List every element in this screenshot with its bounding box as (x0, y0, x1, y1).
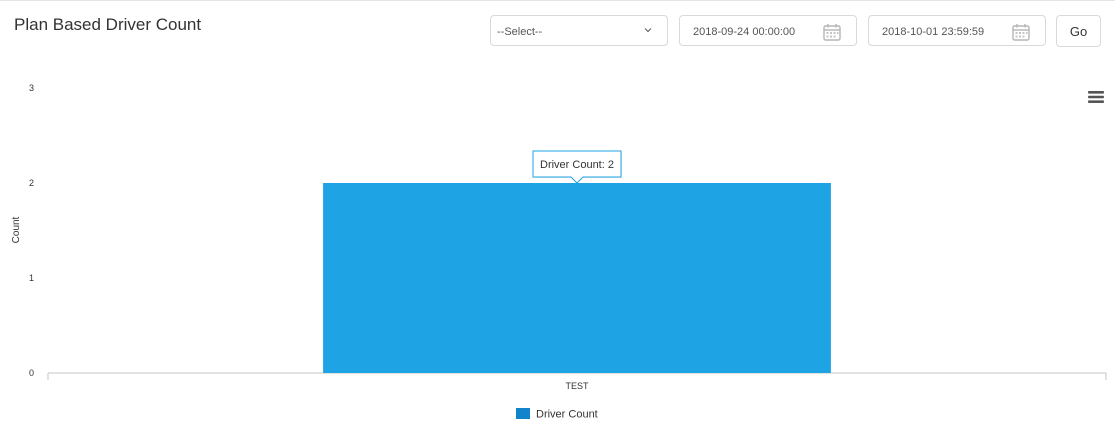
driver-count-chart: Count 0 1 2 3 TEST Driver Count: 2 Driver C… (11, 83, 1107, 421)
plan-select-value: --Select-- (497, 26, 543, 38)
plan-select[interactable]: --Select-- (490, 15, 668, 46)
y-tick-label: 1 (29, 273, 34, 283)
legend-label: Driver Count (536, 409, 598, 421)
page-title: Plan Based Driver Count (14, 15, 202, 34)
calendar-icon[interactable] (822, 22, 842, 42)
hamburger-icon[interactable] (1088, 90, 1104, 104)
legend-swatch (516, 408, 530, 419)
start-date-field[interactable]: 2018-09-24 00:00:00 (679, 15, 857, 46)
y-axis-label: Count (11, 216, 22, 243)
calendar-icon[interactable] (1011, 22, 1031, 42)
tooltip: Driver Count: 2 (532, 150, 622, 184)
y-tick-label: 3 (29, 83, 34, 93)
bar-test[interactable] (323, 183, 831, 373)
chevron-down-icon (644, 28, 652, 33)
y-tick-label: 0 (29, 368, 34, 378)
go-button[interactable]: Go (1056, 15, 1101, 47)
end-date-value: 2018-10-01 23:59:59 (882, 26, 985, 38)
top-border (0, 0, 1115, 1)
x-tick-label: TEST (565, 381, 589, 391)
start-date-value: 2018-09-24 00:00:00 (693, 26, 796, 38)
tooltip-text: Driver Count: 2 (540, 159, 614, 171)
end-date-field[interactable]: 2018-10-01 23:59:59 (868, 15, 1046, 46)
legend-item[interactable]: Driver Count (516, 408, 598, 421)
y-tick-label: 2 (29, 178, 34, 188)
